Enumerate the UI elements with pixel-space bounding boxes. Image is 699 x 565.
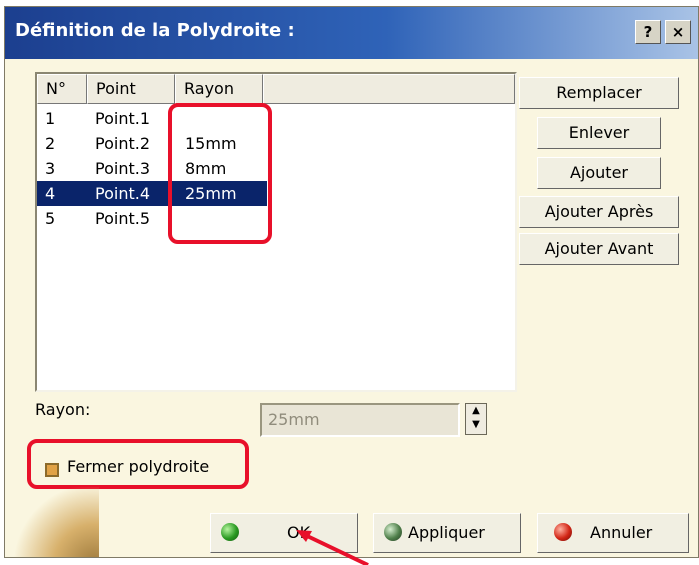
pointer-arrow: [296, 530, 369, 565]
arrow-line: [302, 532, 369, 565]
